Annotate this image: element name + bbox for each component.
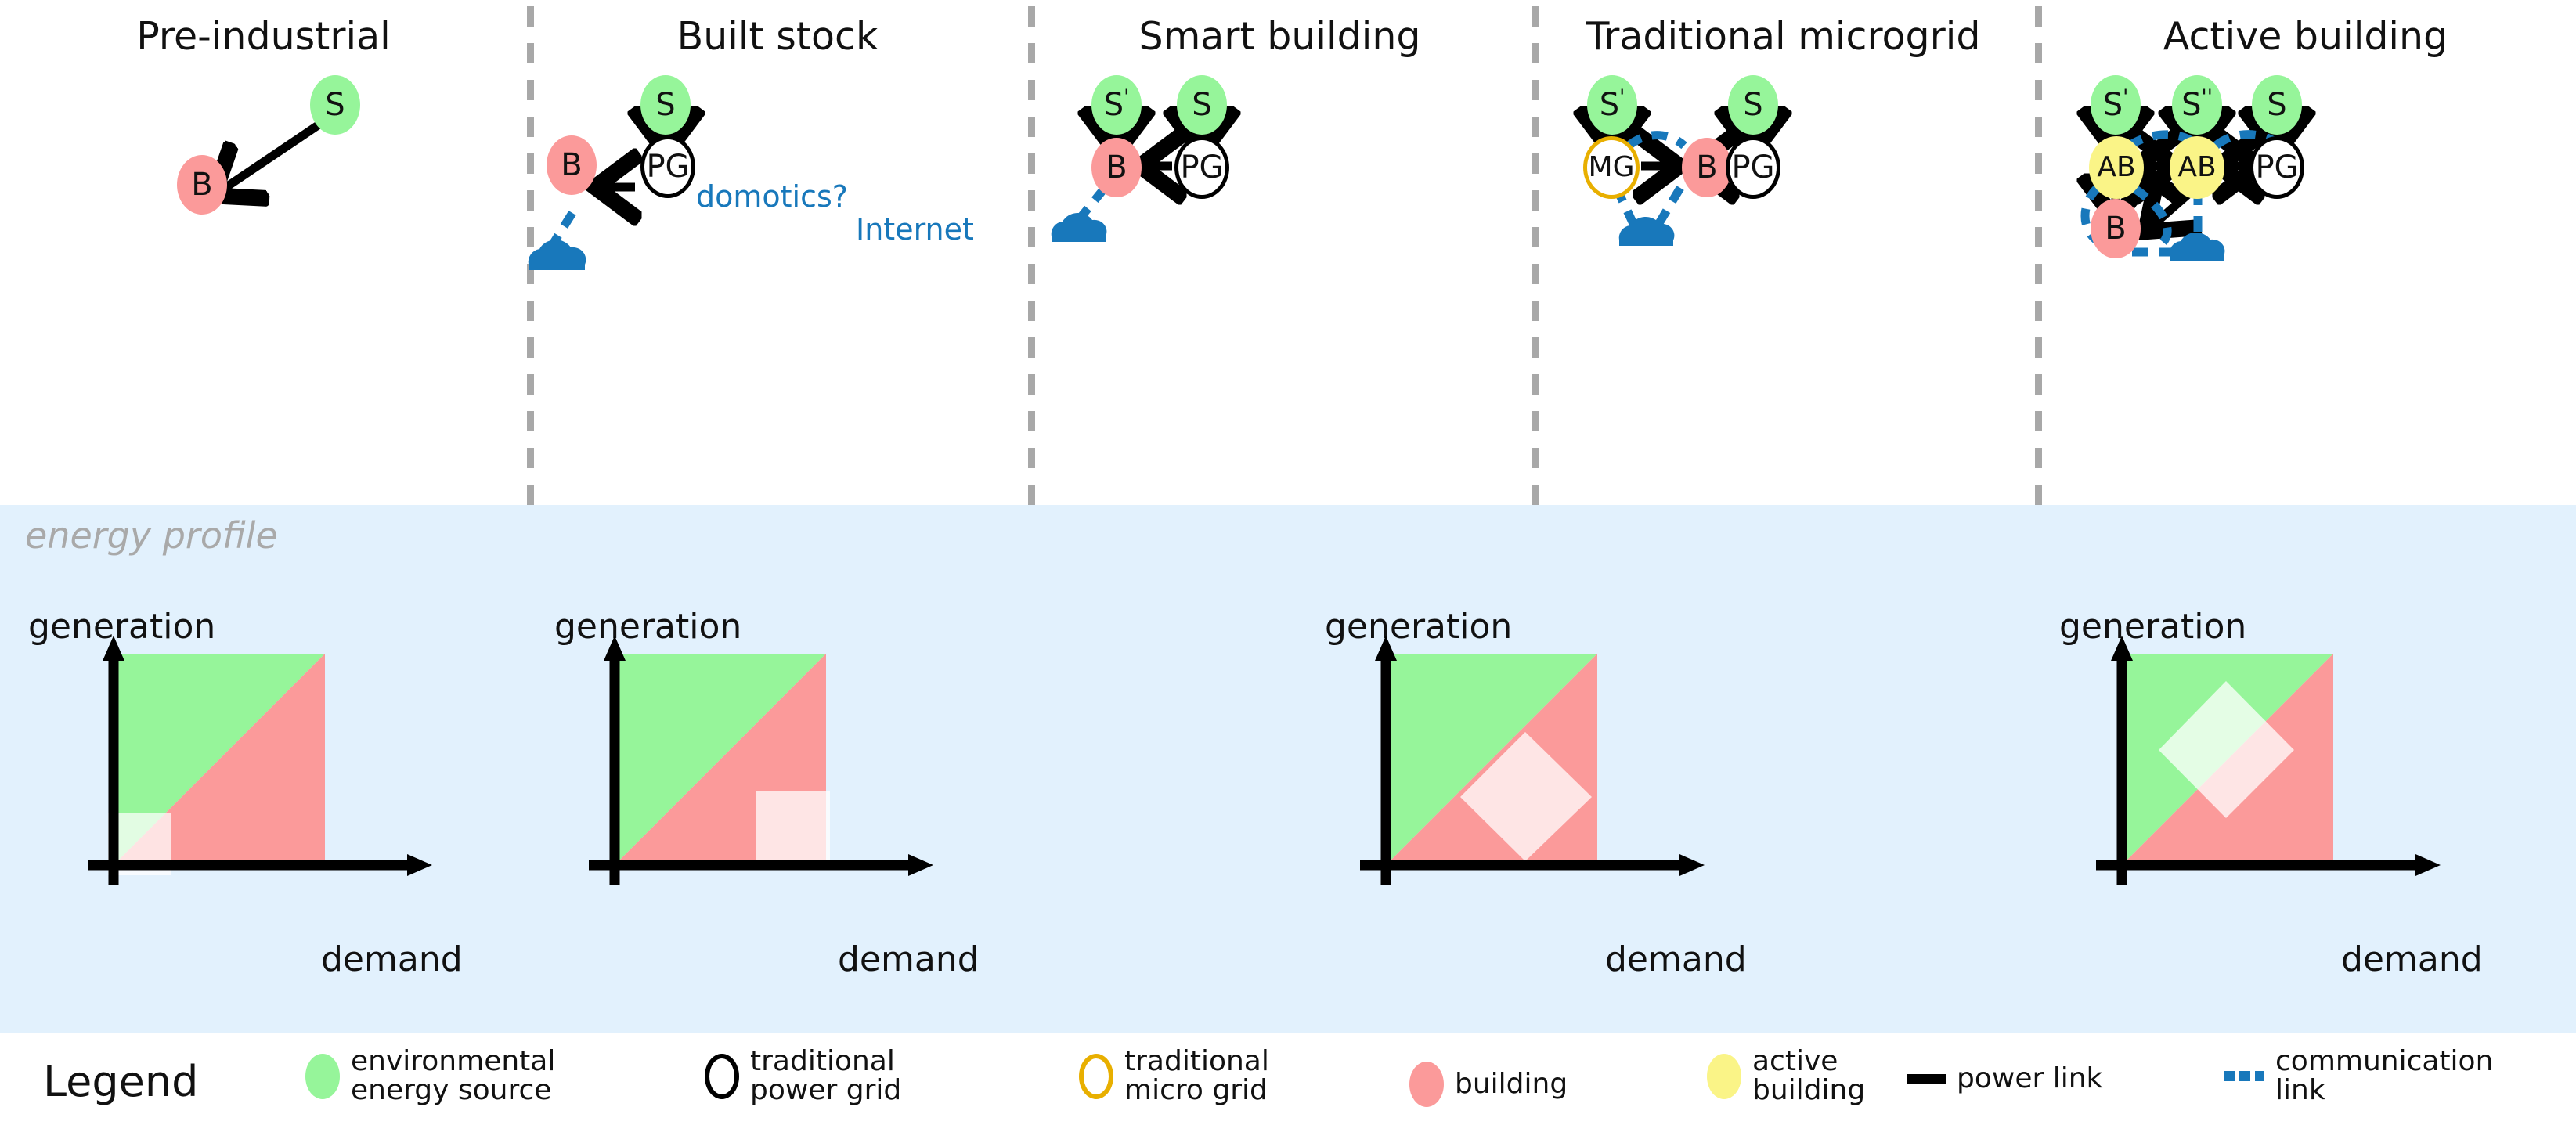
axis-x-arrowhead [407, 854, 432, 876]
legend: Legend environmental energy source tradi… [0, 1033, 2576, 1143]
column-title-traditional-microgrid: Traditional microgrid [1586, 14, 1981, 59]
node-source-s-prime-c3[interactable]: S' [1091, 75, 1142, 135]
pre-industrial-links [0, 115, 330, 501]
legend-item-label: power link [1957, 1062, 2103, 1094]
legend-item-communication-link[interactable]: communication link [2224, 1047, 2493, 1105]
node-source-s-c3[interactable]: S [1177, 75, 1227, 135]
node-label: S' [2102, 85, 2129, 123]
column-title-pre-industrial: Pre-industrial [136, 14, 391, 59]
node-label: B [2105, 211, 2127, 247]
cloud-icon [1051, 213, 1107, 242]
node-label: PG [1180, 150, 1224, 186]
node-building-b-c3[interactable]: B [1091, 138, 1142, 197]
profile-chart-pre-industrial [88, 636, 432, 885]
node-label: S [325, 87, 345, 123]
node-source-s-prime-c5[interactable]: S' [2091, 75, 2141, 135]
node-power-grid-pg-c4[interactable]: PG [1726, 136, 1780, 199]
communication-link-b-to-internet [1073, 185, 1109, 225]
axis-y-arrowhead [604, 636, 626, 661]
environmental-energy-source-icon [305, 1053, 340, 1099]
legend-item-label: environmental energy source [351, 1045, 556, 1106]
node-building-b-c4[interactable]: B [1682, 138, 1732, 197]
legend-item-label: building [1455, 1067, 1568, 1100]
profile-chart-built-stock [589, 636, 933, 885]
node-label: B [1106, 150, 1127, 186]
node-source-s-double-prime-c5[interactable]: S'' [2172, 75, 2222, 135]
annotation-domotics: domotics? [696, 179, 848, 214]
legend-item-label: communication link [2275, 1045, 2494, 1106]
communication-link-mg-to-b [1625, 131, 1687, 150]
building-icon [1409, 1062, 1444, 1107]
node-label: S' [1599, 85, 1625, 123]
node-micro-grid-mg-c4[interactable]: MG [1583, 136, 1640, 199]
power-link-icon [1907, 1073, 1946, 1084]
node-label: S [655, 87, 676, 123]
legend-item-traditional-micro-grid[interactable]: traditional micro grid [1079, 1047, 1269, 1105]
node-label: AB [2097, 151, 2136, 183]
column-title-active-building: Active building [2163, 14, 2448, 59]
legend-item-environmental-energy-source[interactable]: environmental energy source [305, 1047, 555, 1105]
power-link-s-to-b [219, 115, 330, 192]
node-source-s-c1[interactable]: S [310, 75, 360, 135]
active-building-icon [1707, 1053, 1741, 1099]
traditional-micro-grid-icon [1079, 1053, 1113, 1099]
column-title-built-stock: Built stock [676, 14, 879, 59]
node-active-building-ab2-c5[interactable]: AB [2170, 136, 2224, 199]
axis-x-arrowhead [908, 854, 933, 876]
legend-item-power-link[interactable]: power link [1907, 1062, 2103, 1094]
communication-link-icon [2224, 1071, 2264, 1082]
node-label: AB [2177, 151, 2217, 183]
node-label: B [561, 147, 583, 183]
node-label: MG [1588, 151, 1635, 183]
node-source-s-c5[interactable]: S [2252, 75, 2302, 135]
energy-profile-band-label: energy profile [25, 514, 278, 557]
node-label: B [1696, 150, 1718, 186]
legend-title: Legend [43, 1057, 199, 1106]
highlight-region [756, 791, 830, 865]
node-label: S [1743, 87, 1763, 123]
profile-chart-active-building [2096, 636, 2441, 885]
node-power-grid-pg-c2[interactable]: PG [640, 135, 695, 198]
node-source-s-c2[interactable]: S [640, 75, 691, 135]
column-title-smart-building: Smart building [1138, 14, 1421, 59]
legend-item-active-building[interactable]: active building [1707, 1047, 1865, 1105]
node-active-building-ab1-c5[interactable]: AB [2089, 136, 2144, 199]
communication-link-b-to-internet [1653, 186, 1684, 229]
legend-item-label: traditional micro grid [1124, 1045, 1269, 1106]
axis-x-arrowhead [1679, 854, 1705, 876]
diagram-root: Pre-industrial Built stock Smart buildin… [0, 0, 2576, 1143]
node-label: S' [1103, 85, 1130, 123]
traditional-power-grid-icon [705, 1053, 739, 1099]
node-label: PG [1731, 150, 1775, 186]
node-label: PG [646, 149, 690, 185]
node-source-s-c4[interactable]: S [1728, 75, 1778, 135]
cloud-icon [528, 240, 586, 270]
node-building-b-c5[interactable]: B [2091, 199, 2141, 258]
node-label: S [1192, 87, 1212, 123]
axis-y-arrowhead [2111, 636, 2133, 661]
node-source-s-prime-c4[interactable]: S' [1587, 75, 1637, 135]
cloud-icon [1618, 217, 1675, 246]
cloud-icon [2169, 233, 2225, 261]
profile-chart-traditional-microgrid [1360, 636, 1705, 885]
node-label: S'' [2181, 85, 2213, 123]
node-power-grid-pg-c5[interactable]: PG [2249, 136, 2304, 199]
legend-item-building[interactable]: building [1409, 1062, 1568, 1107]
axis-x-arrowhead [2415, 854, 2441, 876]
legend-item-traditional-power-grid[interactable]: traditional power grid [705, 1047, 901, 1105]
built-stock-links [528, 0, 1075, 270]
legend-item-label: active building [1752, 1045, 1866, 1106]
node-label: B [191, 167, 213, 203]
node-power-grid-pg-c3[interactable]: PG [1174, 136, 1229, 199]
annotation-internet: Internet [856, 212, 974, 247]
node-building-b-c2[interactable]: B [547, 135, 597, 195]
node-building-b-c1[interactable]: B [177, 155, 227, 215]
communication-link-b-to-internet [545, 211, 576, 253]
node-label: S [2267, 87, 2287, 123]
axis-y-arrowhead [103, 636, 124, 661]
node-label: PG [2255, 150, 2299, 186]
axis-y-arrowhead [1375, 636, 1397, 661]
legend-item-label: traditional power grid [750, 1045, 902, 1106]
